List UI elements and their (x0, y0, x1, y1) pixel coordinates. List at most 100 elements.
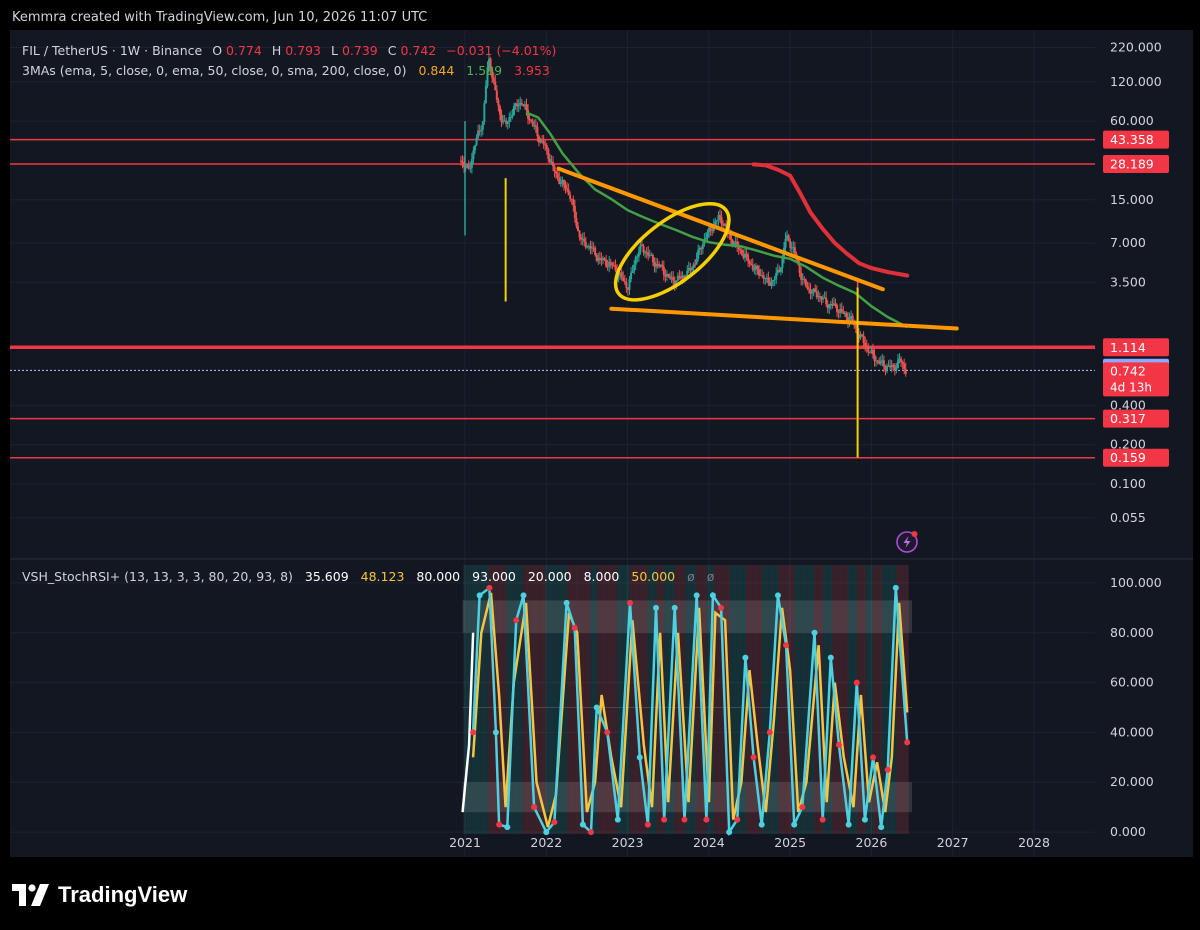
stoch-bg-stripe-192 (806, 565, 809, 834)
candle-body-105 (623, 281, 626, 283)
candle-body-217 (798, 264, 801, 273)
stoch-bg-stripe-59 (568, 565, 571, 834)
stoch-marker-20 (644, 821, 651, 828)
stoch-marker-28 (718, 604, 725, 611)
candle-body-80 (584, 241, 587, 248)
candle-body-188 (753, 269, 756, 271)
price-axis-layer: 220.000120.00060.00015.0007.0003.5000.40… (1103, 39, 1169, 839)
candle-body-184 (747, 254, 750, 262)
candle-body-11 (477, 130, 480, 138)
stoch-value-extreme-upper: 93.000 (472, 569, 516, 584)
stoch-bg-stripe-188 (799, 565, 802, 834)
level-tag-label-0: 43.358 (1110, 132, 1154, 147)
stoch-bg-stripe-60 (570, 565, 573, 834)
candle-body-39 (520, 102, 523, 105)
stoch-marker-2 (486, 584, 493, 591)
candle-body-8 (472, 150, 475, 160)
legend-line-1: FIL / TetherUS · 1W · Binance O 0.774 H … (22, 43, 556, 58)
candle-body-59 (552, 161, 555, 167)
candle-body-205 (779, 267, 782, 273)
stoch-bg-stripe-21 (500, 565, 503, 834)
stoch-value-mid: 50.000 (631, 569, 675, 584)
candle-body-114 (637, 252, 640, 257)
trendline-0 (556, 166, 885, 292)
candle-body-164 (715, 220, 718, 222)
chart-area[interactable]: 2021 2022 2023 2024 2025 2026 2027 2028 220.000… (10, 30, 1193, 857)
candle-body-143 (683, 275, 686, 278)
level-tag-label-1: 28.189 (1110, 157, 1154, 172)
candle-body-227 (814, 288, 817, 292)
candle-body-24 (497, 99, 500, 107)
stoch-marker-37 (791, 821, 798, 828)
candle-body-22 (494, 81, 497, 91)
price-tick-label-1: 120.000 (1110, 74, 1162, 89)
candle-body-241 (836, 304, 839, 312)
stoch-bg-stripe-29 (515, 565, 518, 834)
candle-body-244 (840, 308, 843, 311)
candle-body-73 (573, 205, 576, 218)
stoch-value-d: 48.123 (361, 569, 405, 584)
stoch-marker-43 (845, 821, 852, 828)
chart-svg[interactable]: 2021 2022 2023 2024 2025 2026 2027 2028 220.000… (10, 30, 1193, 857)
candle-body-42 (525, 104, 528, 111)
legend-high-value: 0.793 (285, 43, 321, 58)
candle-body-285 (904, 369, 907, 374)
candle-body-103 (620, 272, 623, 278)
candle-body-157 (704, 237, 707, 240)
candle-body-282 (900, 358, 903, 362)
stoch-marker-24 (681, 816, 688, 823)
candle-body-158 (706, 232, 709, 238)
stoch-bg-stripe-152 (735, 565, 738, 834)
stoch-bg-stripe-70 (588, 565, 591, 834)
stoch-bg-stripe-49 (551, 565, 554, 834)
candle-body-222 (806, 286, 809, 289)
price-tick-label-3: 15.000 (1110, 192, 1154, 207)
attribution-bar: Kemmra created with TradingView.com, Jun… (0, 0, 1200, 30)
candle-body-167 (720, 216, 723, 225)
level-tag-label-2: 1.114 (1110, 340, 1146, 355)
candle-body-271 (882, 360, 885, 367)
candle-body-152 (697, 249, 700, 259)
stoch-marker-10 (551, 819, 558, 826)
candle-body-104 (622, 277, 625, 282)
ma-value-long: 3.953 (514, 63, 550, 78)
candle-body-5 (467, 164, 470, 169)
candle-body-240 (834, 303, 837, 305)
x-tick-label-1: 2022 (530, 835, 562, 850)
candle-body-111 (633, 264, 636, 272)
legend-symbol: FIL / TetherUS · 1W · Binance (22, 43, 203, 58)
stoch-bg-stripe-62 (574, 565, 577, 834)
stoch-marker-33 (758, 821, 765, 828)
candle-body-60 (553, 166, 556, 172)
candle-body-9 (473, 145, 476, 151)
stoch-bg-stripe-210 (838, 565, 841, 834)
stoch-marker-30 (734, 816, 741, 823)
candle-body-253 (854, 325, 857, 328)
stoch-marker-12 (571, 624, 578, 631)
candle-body-45 (530, 119, 533, 122)
stoch-bg-stripe-82 (610, 565, 613, 834)
candle-body-112 (634, 256, 637, 265)
stoch-bg-stripe-191 (804, 565, 807, 834)
candle-body-208 (784, 238, 787, 248)
candle-body-180 (740, 249, 743, 255)
alert-icon[interactable] (896, 531, 918, 553)
x-tick-label-3: 2024 (693, 835, 725, 850)
stoch-marker-26 (703, 816, 710, 823)
brand-name: TradingView (58, 882, 188, 907)
stoch-tick-label-3: 40.000 (1110, 724, 1154, 739)
candle-body-236 (828, 304, 831, 309)
stoch-bg-stripe-179 (783, 565, 786, 834)
stoch-bg-stripe-81 (608, 565, 611, 834)
legend-high-label: H (272, 43, 281, 58)
stoch-bg-stripe-12 (484, 565, 487, 834)
stoch-bg-stripe-53 (558, 565, 561, 834)
stoch-marker-50 (904, 739, 911, 746)
stoch-marker-47 (878, 824, 885, 831)
candle-body-26 (500, 114, 503, 123)
price-tick-label-5: 3.500 (1110, 274, 1146, 289)
stoch-bg-stripe-180 (785, 565, 788, 834)
stoch-bg-stripe-74 (595, 565, 598, 834)
candle-body-72 (572, 199, 575, 206)
price-tick-label-4: 7.000 (1110, 235, 1146, 250)
